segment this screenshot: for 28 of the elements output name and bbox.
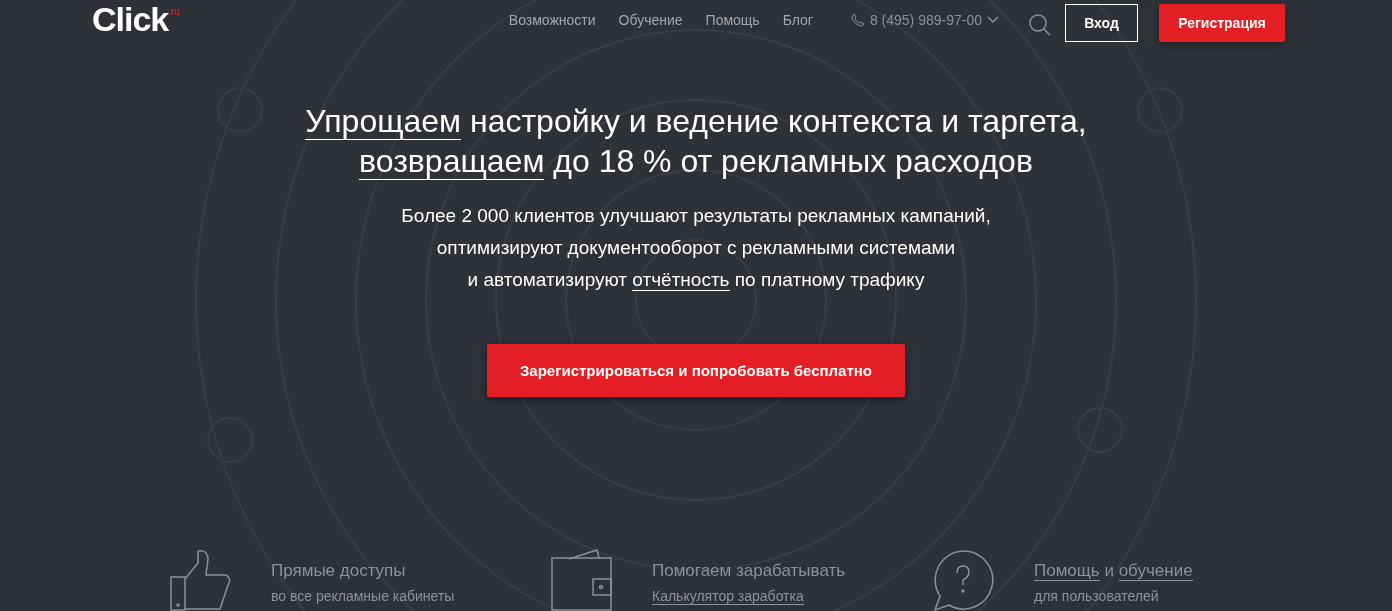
- nav-link[interactable]: Помощь: [705, 12, 760, 28]
- nav-link[interactable]: Обучение: [618, 12, 683, 28]
- description-link[interactable]: отчётность: [632, 269, 730, 291]
- description: Более 2 000 клиентов улучшают результаты рекламных кампаний, оптимизируют документооборот с рекламными системами и автоматизируют отчётность по платному трафику: [401, 204, 991, 293]
- register-button[interactable]: Регистрация: [1159, 4, 1285, 42]
- headline: Упрощаем настройку и ведение контекста и таргета, возвращаем до 18 % от рекламных расходов: [305, 102, 1087, 181]
- feature-subtitle: во все рекламные кабинеты: [271, 588, 455, 604]
- phone-icon: [850, 13, 865, 27]
- headline-link[interactable]: возвращаем: [359, 143, 545, 180]
- feature-link[interactable]: Помощь: [1034, 561, 1100, 581]
- chevron-down-icon: [987, 16, 999, 24]
- feature-title: Помощь и обучение: [1034, 561, 1193, 581]
- logo-suffix: .ru: [168, 5, 180, 17]
- feature-link[interactable]: Калькулятор заработка: [652, 588, 804, 605]
- thumbs-up-icon: [170, 549, 231, 611]
- feature-link[interactable]: обучение: [1118, 561, 1193, 581]
- help-bubble-icon: [932, 549, 994, 611]
- signup-button[interactable]: Зарегистрироваться и попробовать бесплатно: [487, 344, 905, 397]
- headline-link[interactable]: Упрощаем: [305, 103, 462, 140]
- feature-title: Прямые доступы: [271, 561, 407, 581]
- login-button[interactable]: Вход: [1065, 4, 1138, 42]
- wallet-icon: [551, 549, 612, 611]
- search-icon[interactable]: [1029, 14, 1051, 36]
- feature-subtitle: для пользователей: [1034, 588, 1160, 604]
- nav-link[interactable]: Блог: [782, 12, 813, 28]
- phone-link[interactable]: 8 (495) 989-97-00: [850, 12, 999, 28]
- nav-link[interactable]: Возможности: [508, 12, 596, 28]
- feature-title: Помогаем зарабатывать: [652, 561, 846, 581]
